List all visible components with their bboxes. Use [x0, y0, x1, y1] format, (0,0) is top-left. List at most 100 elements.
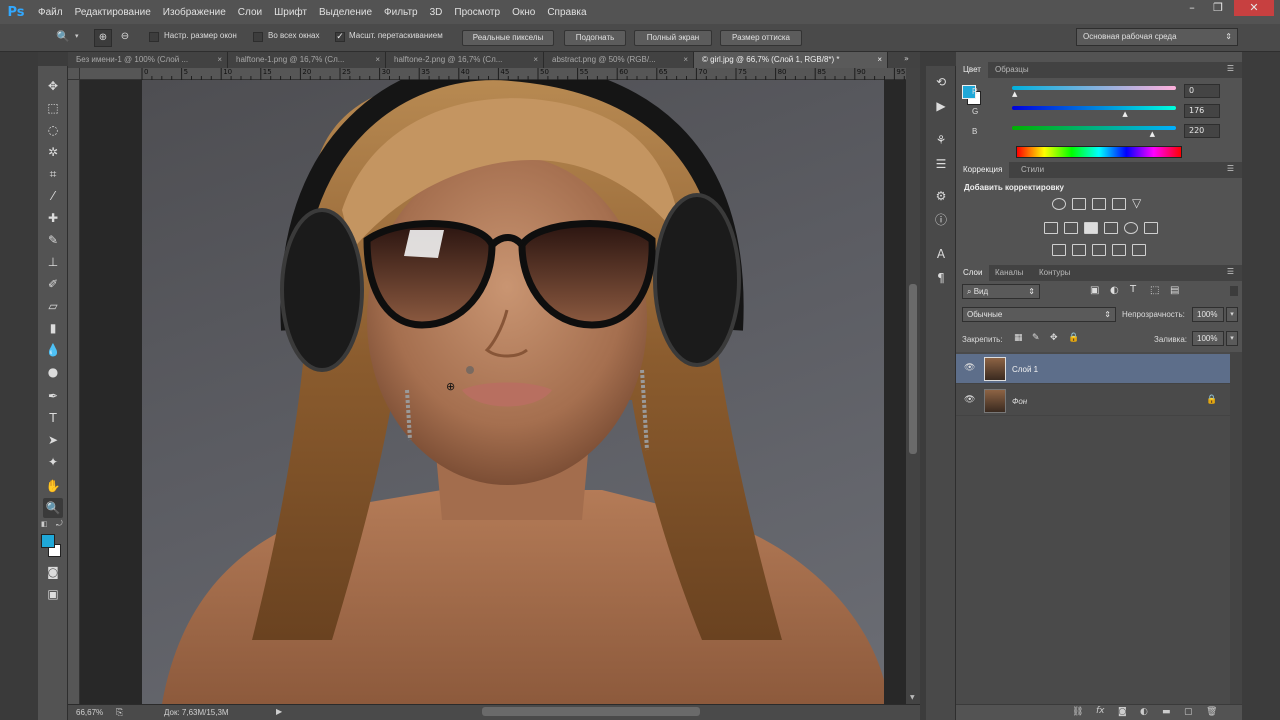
default-colors-icon[interactable]: ◧	[41, 520, 48, 528]
fit-screen-button[interactable]: Подогнать	[564, 30, 626, 46]
close-icon[interactable]: ×	[533, 52, 538, 68]
menu-select[interactable]: Выделение	[319, 7, 372, 18]
marquee-tool-icon[interactable]: ⬚	[43, 98, 63, 118]
link-layers-icon[interactable]: ⛓	[1072, 707, 1083, 717]
curves-icon[interactable]	[1092, 198, 1106, 210]
tab-swatches[interactable]: Образцы	[988, 62, 1036, 78]
close-icon[interactable]: ×	[877, 52, 882, 68]
blur-tool-icon[interactable]: 💧	[43, 340, 63, 360]
new-group-icon[interactable]: ▬	[1162, 707, 1171, 717]
threshold-icon[interactable]	[1092, 244, 1106, 256]
workspace-select[interactable]: Основная рабочая среда ⇕	[1076, 28, 1238, 46]
color-lookup-icon[interactable]	[1144, 222, 1158, 234]
minimize-button[interactable]: –	[1180, 0, 1204, 16]
crop-tool-icon[interactable]: ⌗	[43, 164, 63, 184]
maximize-button[interactable]: ❐	[1206, 0, 1230, 16]
shape-tool-icon[interactable]: ✦	[43, 452, 63, 472]
opacity-dropdown-icon[interactable]: ▾	[1226, 307, 1238, 322]
menu-filter[interactable]: Фильтр	[384, 7, 418, 18]
fx-icon[interactable]: fx	[1096, 706, 1105, 716]
filter-shape-icon[interactable]: ⬚	[1150, 285, 1159, 296]
filter-toggle[interactable]	[1230, 286, 1238, 296]
menu-view[interactable]: Просмотр	[454, 7, 500, 18]
hand-tool-icon[interactable]: ✋	[43, 476, 63, 496]
scrubby-zoom-checkbox[interactable]: ✓	[335, 32, 345, 42]
tab-halftone-2[interactable]: halftone-2.png @ 16,7% (Сл... ×	[386, 52, 544, 68]
layer-filter-select[interactable]: ⌕ Вид ⇕	[962, 284, 1040, 299]
dodge-tool-icon[interactable]: ●	[43, 362, 63, 382]
tabs-overflow-icon[interactable]: »	[904, 54, 909, 63]
close-icon[interactable]: ×	[683, 52, 688, 68]
eye-icon[interactable]: 👁	[964, 395, 975, 405]
brightness-contrast-icon[interactable]	[1052, 198, 1066, 210]
horizontal-scroll-thumb[interactable]	[482, 707, 700, 716]
channel-g-thumb[interactable]: ▲	[1122, 110, 1127, 118]
type-tool-icon[interactable]: T	[43, 408, 63, 428]
actual-pixels-button[interactable]: Реальные пикселы	[462, 30, 554, 46]
document-canvas[interactable]: ⊕	[142, 80, 884, 704]
brush-presets-icon[interactable]: ⚘	[931, 130, 951, 150]
new-adjustment-icon[interactable]: ◐	[1140, 707, 1148, 717]
quick-mask-icon[interactable]: ◙	[43, 562, 63, 582]
zoom-tool-preset-icon[interactable]: 🔍	[56, 30, 70, 44]
close-window-button[interactable]: ✕	[1234, 0, 1274, 16]
layer-name[interactable]: Фон	[1012, 397, 1027, 406]
fill-dropdown-icon[interactable]: ▾	[1226, 331, 1238, 346]
add-mask-icon[interactable]: ◙	[1118, 707, 1127, 717]
tab-untitled-1[interactable]: Без имени-1 @ 100% (Слой ... ×	[68, 52, 228, 68]
vertical-scroll-thumb[interactable]	[909, 284, 917, 454]
channel-mixer-icon[interactable]	[1124, 222, 1138, 234]
blend-mode-select[interactable]: Обычные ⇕	[962, 307, 1116, 322]
layer-row-background[interactable]: 👁 Фон 🔒	[956, 386, 1230, 416]
channel-r-slider[interactable]	[1012, 86, 1176, 90]
tab-channels[interactable]: Каналы	[988, 265, 1030, 281]
share-icon[interactable]: ⎘	[116, 707, 123, 718]
channel-g-slider[interactable]	[1012, 106, 1176, 110]
screen-mode-icon[interactable]: ▣	[43, 584, 63, 604]
lock-transparent-icon[interactable]: ▦	[1014, 333, 1023, 343]
new-layer-icon[interactable]: ▢	[1184, 707, 1193, 717]
tab-adjustments[interactable]: Коррекция	[956, 162, 1010, 178]
paragraph-icon[interactable]: ¶	[931, 268, 951, 288]
trash-icon[interactable]: 🗑	[1206, 707, 1217, 717]
scroll-down-icon[interactable]: ▼	[910, 694, 915, 701]
history-brush-tool-icon[interactable]: ✐	[43, 274, 63, 294]
brush-tool-icon[interactable]: ✎	[43, 230, 63, 250]
status-menu-icon[interactable]: ▶	[276, 707, 282, 716]
tool-presets-icon[interactable]: ☰	[931, 154, 951, 174]
photo-filter-icon[interactable]	[1104, 222, 1118, 234]
filter-type-icon[interactable]: T	[1130, 284, 1136, 295]
resize-windows-checkbox[interactable]	[149, 32, 159, 42]
close-icon[interactable]: ×	[217, 52, 222, 68]
tab-color[interactable]: Цвет	[956, 62, 988, 78]
actions-icon[interactable]: ▶	[931, 96, 951, 116]
history-icon[interactable]: ⟲	[931, 72, 951, 92]
hue-saturation-icon[interactable]	[1044, 222, 1058, 234]
foreground-color-swatch[interactable]	[41, 534, 55, 548]
filter-smart-object-icon[interactable]: ▤	[1170, 285, 1179, 296]
vertical-ruler[interactable]	[68, 80, 80, 704]
lock-position-icon[interactable]: ✥	[1050, 333, 1058, 343]
layer-row-layer-1[interactable]: 👁 Слой 1	[956, 354, 1230, 384]
clone-stamp-tool-icon[interactable]: ⊥	[43, 252, 63, 272]
tab-layers[interactable]: Слои	[956, 265, 990, 281]
selective-color-icon[interactable]	[1112, 244, 1126, 256]
panel-menu-icon[interactable]: ☰	[1227, 64, 1234, 73]
exposure-icon[interactable]	[1112, 198, 1126, 210]
channel-b-value[interactable]: 220	[1184, 124, 1220, 138]
menu-3d[interactable]: 3D	[430, 7, 443, 18]
close-icon[interactable]: ×	[375, 52, 380, 68]
lock-all-icon[interactable]: 🔒	[1068, 333, 1079, 343]
magic-wand-tool-icon[interactable]: ✲	[43, 142, 63, 162]
posterize-icon[interactable]	[1072, 244, 1086, 256]
vibrance-icon[interactable]: ▽	[1132, 196, 1141, 210]
filter-adjustment-icon[interactable]: ◐	[1110, 285, 1119, 296]
color-spectrum-ramp[interactable]	[1016, 146, 1182, 158]
panel-menu-icon[interactable]: ☰	[1227, 267, 1234, 276]
zoom-in-icon[interactable]: ⊕	[94, 29, 112, 47]
healing-brush-tool-icon[interactable]: ✚	[43, 208, 63, 228]
eye-icon[interactable]: 👁	[964, 363, 975, 373]
panel-menu-icon[interactable]: ☰	[1227, 164, 1234, 173]
tab-abstract[interactable]: abstract.png @ 50% (RGB/... ×	[544, 52, 694, 68]
filter-pixel-icon[interactable]: ▣	[1090, 285, 1099, 296]
